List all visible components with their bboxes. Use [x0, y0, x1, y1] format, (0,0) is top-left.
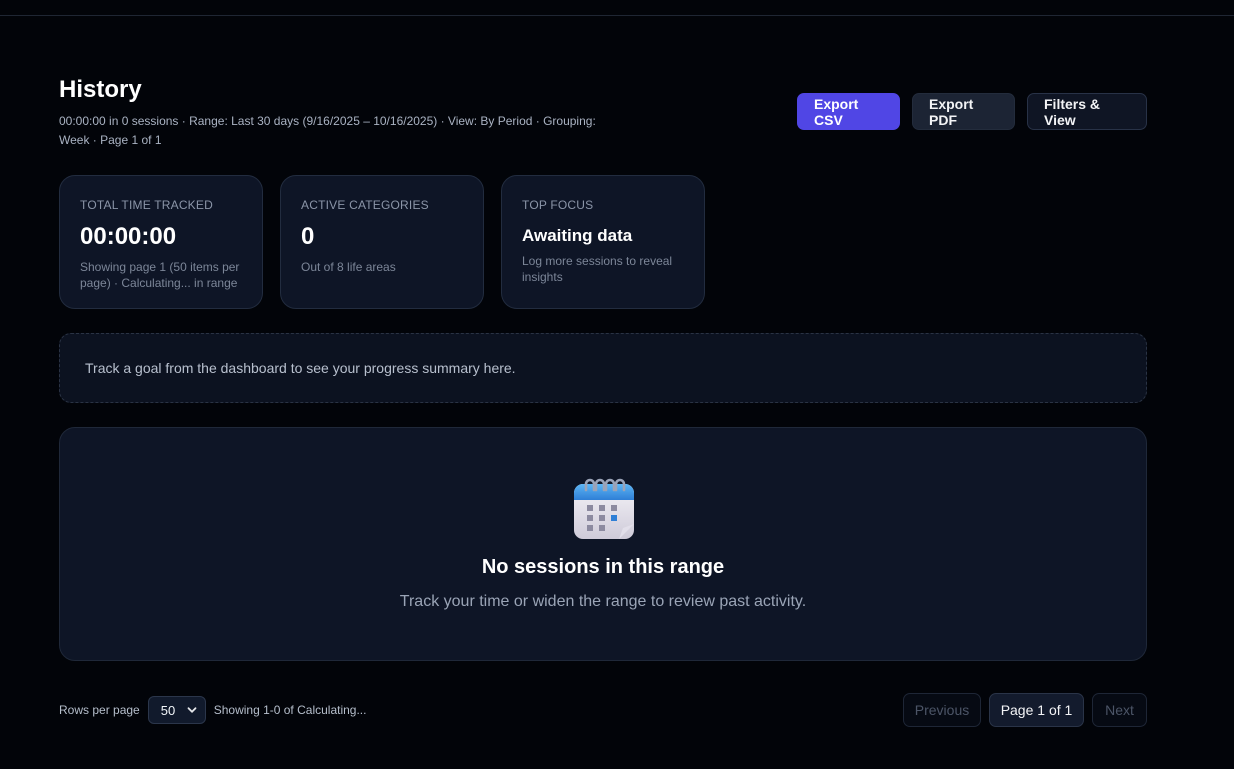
stat-note: Showing page 1 (50 items per page) · Cal…	[80, 260, 240, 290]
empty-state-description: Track your time or widen the range to re…	[399, 593, 807, 610]
page-summary: 00:00:00 in 0 sessions · Range: Last 30 …	[59, 114, 596, 147]
previous-page-button[interactable]: Previous	[903, 693, 981, 727]
stat-card-active-categories: ACTIVE CATEGORIES 0 Out of 8 life areas	[280, 175, 484, 309]
stat-label: ACTIVE CATEGORIES	[301, 198, 429, 212]
export-csv-button[interactable]: Export CSV	[797, 93, 900, 130]
next-page-button[interactable]: Next	[1092, 693, 1147, 727]
calendar-icon	[574, 478, 634, 539]
goal-summary-banner: Track a goal from the dashboard to see y…	[59, 333, 1147, 403]
header-actions: Export CSV Export PDF Filters & View	[797, 93, 1147, 130]
stats-cards: TOTAL TIME TRACKED 00:00:00 Showing page…	[59, 175, 705, 309]
page-header: History 00:00:00 in 0 sessions · Range: …	[59, 76, 1147, 150]
stat-note: Log more sessions to reveal insights	[522, 254, 673, 284]
pager: Previous Page 1 of 1 Next	[903, 693, 1147, 727]
stat-value: Awaiting data	[522, 226, 633, 245]
filters-view-button[interactable]: Filters & View	[1027, 93, 1147, 130]
stat-label: TOP FOCUS	[522, 198, 594, 212]
empty-state-panel: No sessions in this range Track your tim…	[59, 427, 1147, 661]
pagination-footer: Rows per page 50 Showing 1-0 of Calculat…	[59, 693, 1147, 727]
rows-per-page-group: Rows per page 50 Showing 1-0 of Calculat…	[59, 696, 366, 724]
export-pdf-button[interactable]: Export PDF	[912, 93, 1015, 130]
current-page-indicator: Page 1 of 1	[989, 693, 1084, 727]
chevron-down-icon	[187, 707, 197, 713]
stat-card-top-focus: TOP FOCUS Awaiting data Log more session…	[501, 175, 705, 309]
stat-value: 0	[301, 223, 315, 250]
rows-per-page-select[interactable]: 50	[147, 696, 206, 724]
rows-per-page-label: Rows per page	[59, 703, 140, 717]
stat-note: Out of 8 life areas	[301, 260, 396, 274]
history-page: History 00:00:00 in 0 sessions · Range: …	[59, 0, 1147, 769]
showing-count: Showing 1-0 of Calculating...	[213, 703, 367, 717]
stat-card-total-time: TOTAL TIME TRACKED 00:00:00 Showing page…	[59, 175, 263, 309]
empty-state-title: No sessions in this range	[481, 556, 725, 578]
stat-label: TOTAL TIME TRACKED	[80, 198, 213, 212]
rows-per-page-value: 50	[160, 702, 176, 718]
stat-value: 00:00:00	[80, 223, 177, 250]
